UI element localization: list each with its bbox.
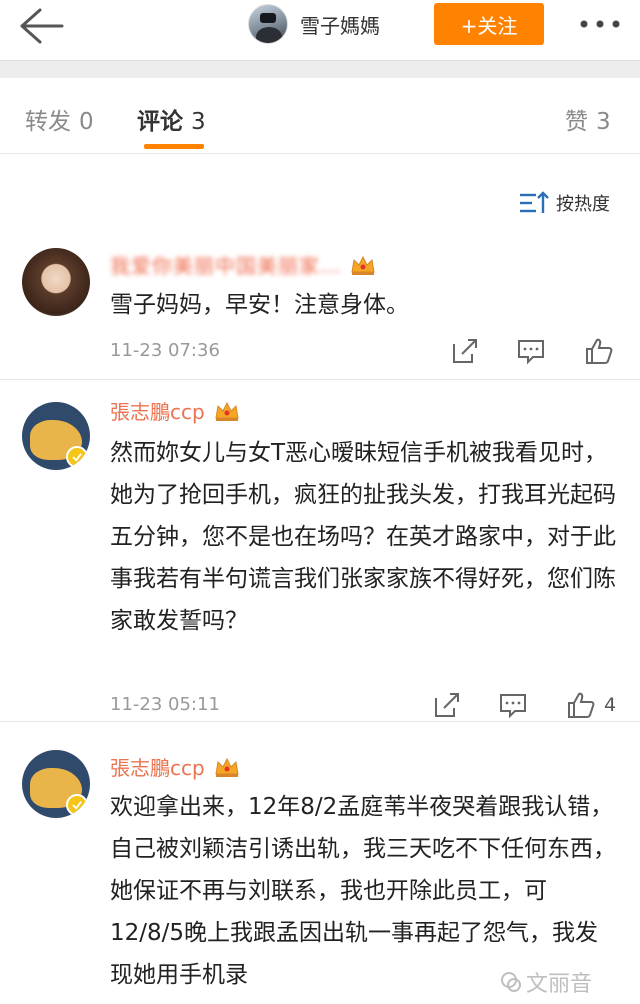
tab-like-count: 3 <box>596 109 611 135</box>
active-tab-indicator <box>144 144 204 149</box>
crown-badge-icon <box>351 255 375 275</box>
tab-repost[interactable]: 转发 0 <box>25 102 94 136</box>
comment-item: 張志鵬ccp 然而妳女儿与女T恶心暧昧短信手机被我看见时，她为了抢回手机，疯狂的… <box>0 382 640 722</box>
top-nav-bar: 雪子媽媽 +关注 <box>0 0 640 52</box>
share-icon[interactable] <box>432 690 462 720</box>
tab-bar: 转发 0 评论 3 赞3 <box>0 78 640 154</box>
commenter-name-row: 張志鵬ccp <box>110 396 241 425</box>
tab-repost-count: 0 <box>79 109 94 135</box>
verified-badge-icon <box>66 446 88 468</box>
share-icon[interactable] <box>450 336 480 366</box>
more-options-icon[interactable] <box>576 14 624 34</box>
commenter-name[interactable]: 張志鵬ccp <box>110 396 205 425</box>
commenter-name[interactable]: 我爱你美丽中国美丽家… <box>110 250 341 279</box>
reply-icon[interactable] <box>516 336 546 366</box>
verified-badge-icon <box>66 794 88 816</box>
follow-label: +关注 <box>460 13 518 38</box>
comment-time: 11-23 05:11 <box>110 694 220 715</box>
comment-meta: 11-23 07:36 <box>110 334 620 370</box>
commenter-name-row: 我爱你美丽中国美丽家… <box>110 250 377 279</box>
commenter-avatar[interactable] <box>22 402 90 470</box>
follow-button[interactable]: +关注 <box>434 3 544 45</box>
like-count: 4 <box>604 694 617 716</box>
commenter-name[interactable]: 張志鵬ccp <box>110 752 205 781</box>
tab-repost-label: 转发 <box>25 109 71 135</box>
like-icon[interactable] <box>584 336 614 366</box>
reply-icon[interactable] <box>498 690 528 720</box>
comment-meta: 11-23 05:11 4 <box>110 688 620 724</box>
tab-like[interactable]: 赞3 <box>565 102 611 136</box>
commenter-name-row: 張志鵬ccp <box>110 752 241 781</box>
comment-text: 然而妳女儿与女T恶心暧昧短信手机被我看见时，她为了抢回手机，疯狂的扯我头发，打我… <box>110 440 616 634</box>
like-icon[interactable] <box>566 690 596 720</box>
commenter-avatar[interactable] <box>22 750 90 818</box>
comment-time: 11-23 07:36 <box>110 340 220 361</box>
sort-label: 按热度 <box>556 194 610 215</box>
author-avatar[interactable] <box>248 4 288 44</box>
back-arrow-icon[interactable] <box>18 6 64 46</box>
comment-text: 雪子妈妈，早安！注意身体。 <box>110 292 409 318</box>
tab-like-label: 赞 <box>565 109 588 135</box>
tab-comment-label: 评论 <box>137 109 183 135</box>
comment-item: 我爱你美丽中国美丽家… 雪子妈妈，早安！注意身体。 11-23 07:36 <box>0 240 640 380</box>
watermark: 文丽音 <box>500 962 592 1002</box>
sort-by-hot-button[interactable]: 按热度 <box>518 186 610 220</box>
commenter-avatar[interactable] <box>22 248 90 316</box>
watermark-text: 文丽音 <box>526 972 593 997</box>
author-chip[interactable]: 雪子媽媽 <box>248 4 380 44</box>
crown-badge-icon <box>215 757 239 777</box>
crown-badge-icon <box>215 401 239 421</box>
author-name: 雪子媽媽 <box>300 13 380 38</box>
section-divider <box>0 60 640 78</box>
sort-icon <box>520 191 549 213</box>
tab-comment-count: 3 <box>191 109 206 135</box>
tab-comment[interactable]: 评论 3 <box>137 102 206 136</box>
wechat-icon <box>501 972 521 992</box>
